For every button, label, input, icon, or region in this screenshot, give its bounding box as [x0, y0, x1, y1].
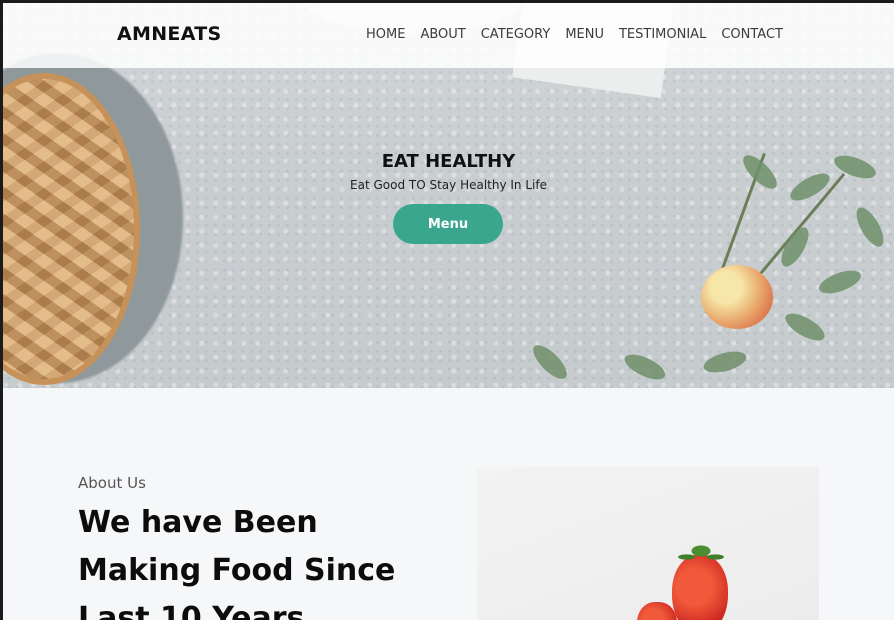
strawberry-leaves-image: [677, 545, 725, 565]
nav-links: HOME ABOUT CATEGORY MENU TESTIMONIAL CON…: [366, 27, 783, 42]
top-navbar: AMNEATS HOME ABOUT CATEGORY MENU TESTIMO…: [3, 3, 894, 68]
hero-menu-button[interactable]: Menu: [393, 204, 503, 244]
nav-link-contact[interactable]: CONTACT: [721, 27, 783, 42]
hero-leaf-image: [816, 266, 864, 298]
hero-subtitle: Eat Good TO Stay Healthy In Life: [350, 178, 547, 192]
about-label: About Us: [78, 474, 146, 492]
about-strawberry-image: [477, 467, 819, 620]
nav-link-about[interactable]: ABOUT: [420, 27, 465, 42]
hero-leaf-image: [621, 349, 669, 385]
brand-logo[interactable]: AMNEATS: [117, 23, 221, 45]
hero-leaf-image: [781, 308, 829, 346]
hero-leaf-image: [528, 340, 572, 384]
nav-link-testimonial[interactable]: TESTIMONIAL: [619, 27, 706, 42]
hero-apple-image: [701, 265, 773, 329]
nav-link-menu[interactable]: MENU: [565, 27, 604, 42]
hero-leaf-image: [851, 203, 889, 251]
nav-link-category[interactable]: CATEGORY: [481, 27, 551, 42]
about-heading: We have Been Making Food Since Last 10 Y…: [78, 505, 396, 620]
hero-leaf-image: [701, 347, 749, 377]
hero-title: EAT HEALTHY: [381, 151, 516, 172]
hero-section: AMNEATS HOME ABOUT CATEGORY MENU TESTIMO…: [3, 3, 894, 388]
browser-viewport: AMNEATS HOME ABOUT CATEGORY MENU TESTIMO…: [0, 0, 894, 620]
nav-link-home[interactable]: HOME: [366, 27, 405, 42]
strawberry-image: [637, 602, 677, 620]
